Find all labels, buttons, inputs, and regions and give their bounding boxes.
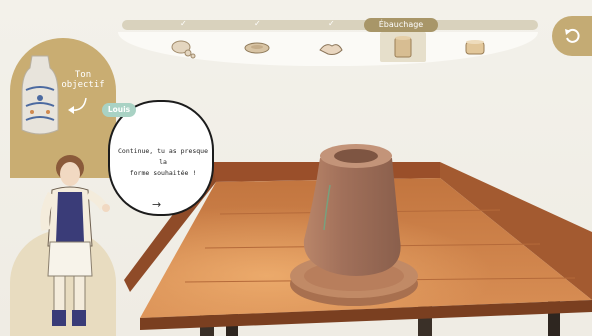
step-clay-disc[interactable] <box>236 35 278 61</box>
hands-icon <box>319 44 343 55</box>
clay-ball-icon <box>171 40 196 59</box>
target-vase-image <box>21 55 59 135</box>
step-check-3: ✓ <box>328 19 335 28</box>
step-check-1: ✓ <box>180 19 187 28</box>
speech-bubble[interactable]: Continue, tu as presque la forme souhait… <box>108 100 214 216</box>
clay-pot <box>303 158 401 276</box>
step-hands[interactable] <box>310 35 352 61</box>
undo-icon <box>565 28 580 43</box>
curved-arrow-icon <box>68 97 87 114</box>
character-name-badge: Louis <box>102 103 136 117</box>
steps-bar <box>118 32 538 66</box>
undo-button[interactable] <box>552 16 592 56</box>
dialogue-text: Continue, tu as presque la forme souhait… <box>118 147 209 177</box>
rough-pot-icon <box>394 36 412 58</box>
objective-label: Ton objectif <box>61 70 105 90</box>
step-rough-pot[interactable] <box>380 32 426 62</box>
next-arrow-button[interactable]: → <box>152 198 161 211</box>
clay-disc-icon <box>244 42 270 54</box>
finished-pot-icon <box>465 40 485 55</box>
active-step-label: Ébauchage <box>364 18 438 32</box>
step-finished-pot[interactable] <box>454 35 496 61</box>
step-progress-track: ✓ ✓ ✓ <box>122 19 538 30</box>
character-louis <box>40 155 110 326</box>
step-check-2: ✓ <box>254 19 261 28</box>
step-clay-ball[interactable] <box>162 35 204 61</box>
